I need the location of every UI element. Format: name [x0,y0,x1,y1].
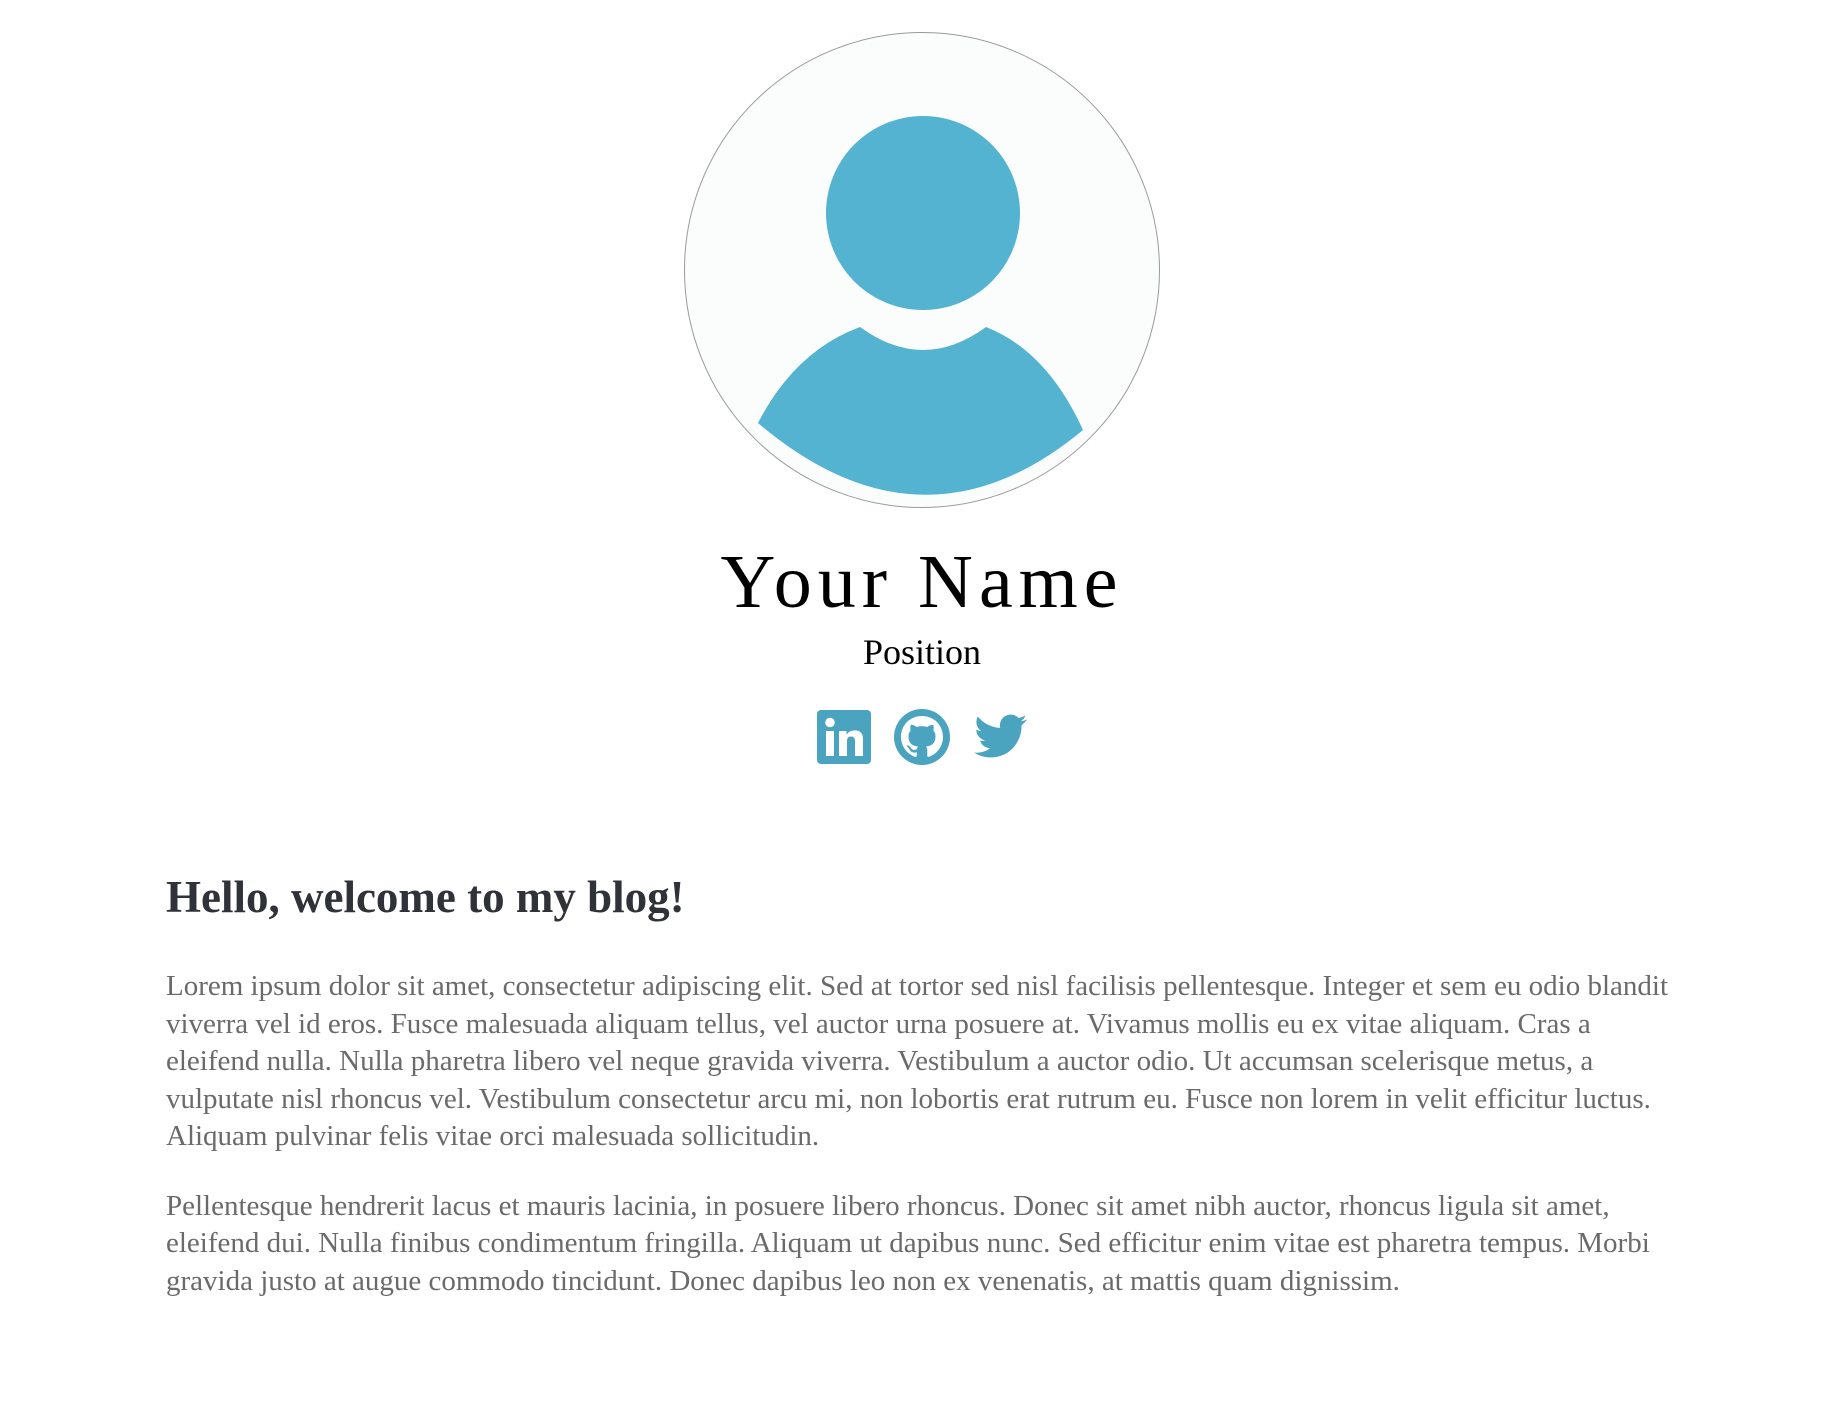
twitter-icon [974,714,1027,758]
blog-paragraph: Pellentesque hendrerit lacus et mauris l… [166,1189,1650,1297]
blog-content: Hello, welcome to my blog! Lorem ipsum d… [166,870,1686,1300]
profile-name: Your Name [720,540,1124,624]
user-avatar-icon [758,116,1083,495]
blog-title: Hello, welcome to my blog! [166,872,685,922]
social-links [815,708,1029,766]
twitter-link[interactable] [971,708,1029,766]
linkedin-link[interactable] [815,708,873,766]
linkedin-icon [817,710,871,764]
profile-position: Position [862,632,982,672]
github-icon [894,709,950,765]
github-link[interactable] [893,708,951,766]
profile-header: Your Name Position [0,0,1844,766]
avatar [684,32,1160,508]
blog-paragraph: Lorem ipsum dolor sit amet, consectetur … [166,970,1668,1152]
